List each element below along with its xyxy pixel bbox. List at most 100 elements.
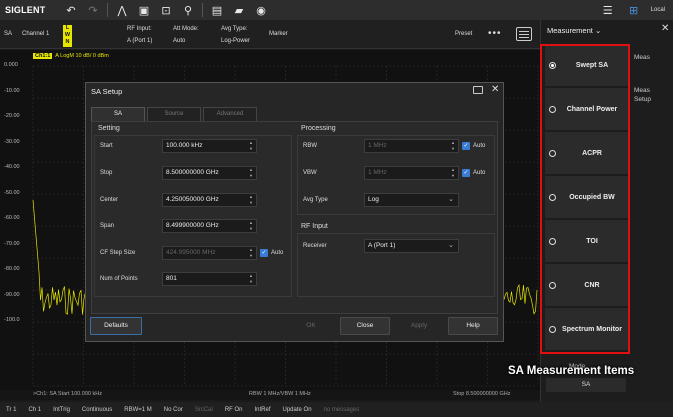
camera-icon[interactable]: ◉ (250, 2, 272, 18)
siglent-logo: SIGLENT (5, 5, 46, 15)
layout-icon[interactable] (516, 27, 532, 41)
vbw-auto-label: Auto (473, 170, 486, 176)
main-toolbar: SIGLENT ↶ ↷ ⋀ ▣ ⊡ ⚲ ▤ ▰ ◉ ☰ ⊞ Local (0, 0, 673, 20)
meas-item-acpr[interactable]: ACPR (545, 132, 628, 174)
y-tick-label: -20.00 (4, 113, 20, 119)
channel-label[interactable]: Channel 1 (22, 31, 49, 37)
status-item[interactable]: IntTrig (47, 407, 76, 413)
spin-arrows-icon[interactable]: ▲ ▼ (451, 167, 455, 179)
status-item[interactable]: RBW=1 M (118, 407, 158, 413)
apply-button[interactable]: Apply (394, 317, 444, 335)
radio-icon (549, 105, 556, 113)
spin-arrows-icon[interactable]: ▲ ▼ (451, 140, 455, 152)
measurement-title: Measurement (547, 26, 593, 35)
cf-step-label: CF Step Size (100, 250, 136, 256)
tb-icon[interactable]: ▣ (133, 2, 155, 18)
redo-icon[interactable]: ↷ (82, 2, 104, 18)
vbw-auto-checkbox[interactable]: ✓ (462, 169, 470, 177)
sa-label[interactable]: SA (4, 31, 12, 37)
center-value: 4.250050000 GHz (166, 196, 219, 203)
stop-field[interactable]: 8.500000000 GHz ▲ ▼ (162, 166, 257, 180)
spin-arrows-icon[interactable]: ▲ ▼ (249, 220, 253, 232)
receiver-select[interactable]: A (Port 1) ⌄ (364, 239, 459, 253)
trace-indicator[interactable]: L W N (63, 25, 72, 47)
cf-auto-label: Auto (271, 250, 284, 256)
y-tick-label: -40.00 (4, 164, 20, 170)
status-item[interactable]: SrcCal (189, 407, 219, 413)
mode-value[interactable]: SA (546, 378, 626, 392)
capture-icon[interactable]: ⊡ (155, 2, 177, 18)
stop-label: Stop (100, 170, 113, 176)
rf-input-value[interactable]: A (Port 1) (127, 38, 152, 44)
att-mode-value[interactable]: Auto (173, 38, 185, 44)
plot-header: Ch1:1 A LogM 10 dB/ 0 dBm (33, 52, 109, 60)
spin-arrows-icon[interactable]: ▲ ▼ (249, 194, 253, 206)
network-icon[interactable]: ⊞ (621, 2, 647, 18)
tab-sa[interactable]: SA (91, 107, 145, 121)
ok-button[interactable]: OK (286, 317, 336, 335)
plot-header-text: A LogM 10 dB/ 0 dBm (55, 53, 109, 59)
cf-step-field[interactable]: 424.995000 MHz ▲ ▼ (162, 246, 257, 260)
status-item[interactable]: No Cor (158, 407, 189, 413)
status-item[interactable]: Ch 1 (22, 407, 47, 413)
tab-source[interactable]: Source (147, 107, 201, 121)
meas-item-spectrum-monitor[interactable]: Spectrum Monitor (545, 308, 628, 350)
rf-input-group-label: RF Input (301, 223, 328, 230)
vbw-field[interactable]: 1 MHz ▲ ▼ (364, 166, 459, 180)
start-field[interactable]: 100.000 kHz ▲ ▼ (162, 139, 257, 153)
more-button[interactable]: ••• (488, 28, 502, 39)
avg-type-value[interactable]: Log-Power (221, 38, 250, 44)
undo-icon[interactable]: ↶ (60, 2, 82, 18)
vbw-label: VBW (303, 170, 317, 176)
cf-auto-checkbox[interactable]: ✓ (260, 249, 268, 257)
side-tab-meas[interactable]: Meas (634, 54, 650, 61)
status-item[interactable]: Tr 1 (0, 407, 22, 413)
center-field[interactable]: 4.250050000 GHz ▲ ▼ (162, 193, 257, 207)
save-icon[interactable]: ▤ (206, 2, 228, 18)
meas-item-cnr[interactable]: CNR (545, 264, 628, 306)
meas-item-channel-power[interactable]: Channel Power (545, 88, 628, 130)
status-bar: Tr 1 Ch 1 IntTrig Continuous RBW=1 M No Cor Sr… (0, 402, 673, 417)
spin-arrows-icon[interactable]: ▲ ▼ (249, 247, 253, 259)
receiver-value: A (Port 1) (368, 242, 396, 249)
close-icon[interactable]: ✕ (661, 23, 669, 34)
meas-item-swept-sa[interactable]: Swept SA (545, 44, 628, 86)
screenshot-icon[interactable] (473, 86, 483, 94)
y-tick-label: -80.00 (4, 266, 20, 272)
help-button[interactable]: Help (448, 317, 498, 335)
status-item[interactable]: no messages (318, 407, 366, 413)
y-tick-label: -100.0 (4, 317, 20, 323)
settings-sliders-icon[interactable]: ☰ (595, 2, 621, 18)
close-button[interactable]: Close (340, 317, 390, 335)
status-item[interactable]: IntRef (249, 407, 277, 413)
spin-arrows-icon[interactable]: ▲ ▼ (249, 273, 253, 285)
waveform-icon[interactable]: ⋀ (111, 2, 133, 18)
span-field[interactable]: 8.499900000 GHz ▲ ▼ (162, 219, 257, 233)
toolbar-divider (107, 3, 108, 17)
meas-item-occupied-bw[interactable]: Occupied BW (545, 176, 628, 218)
folder-icon[interactable]: ▰ (228, 2, 250, 18)
y-tick-label: -60.00 (4, 215, 20, 221)
preset-button[interactable]: Preset (455, 31, 472, 37)
rf-input-label: RF Input: (127, 26, 152, 32)
rbw-auto-checkbox[interactable]: ✓ (462, 142, 470, 150)
start-value: 100.000 kHz (166, 142, 203, 149)
measurement-dropdown[interactable]: Measurement ⌄ (547, 26, 601, 35)
spin-arrows-icon[interactable]: ▲ ▼ (249, 167, 253, 179)
marker-label[interactable]: Marker (269, 31, 288, 37)
meas-item-toi[interactable]: TOI (545, 220, 628, 262)
num-points-field[interactable]: 801 ▲ ▼ (162, 272, 257, 286)
avg-type-select[interactable]: Log ⌄ (364, 193, 459, 207)
rbw-field[interactable]: 1 MHz ▲ ▼ (364, 139, 459, 153)
close-icon[interactable]: ✕ (491, 84, 499, 95)
side-tab-meas-setup[interactable]: Meas Setup (634, 86, 668, 104)
sa-setup-dialog: SA Setup ✕ SA Source Advanced Setting St… (85, 82, 504, 342)
defaults-button[interactable]: Defaults (90, 317, 142, 335)
status-item[interactable]: RF On (219, 407, 249, 413)
tab-advanced[interactable]: Advanced (203, 107, 257, 121)
probe-icon[interactable]: ⚲ (177, 2, 199, 18)
status-item[interactable]: Update On (277, 407, 318, 413)
status-item[interactable]: Continuous (76, 407, 118, 413)
measurement-list: Swept SA Channel Power ACPR Occupied BW TOI C… (541, 44, 630, 374)
spin-arrows-icon[interactable]: ▲ ▼ (249, 140, 253, 152)
